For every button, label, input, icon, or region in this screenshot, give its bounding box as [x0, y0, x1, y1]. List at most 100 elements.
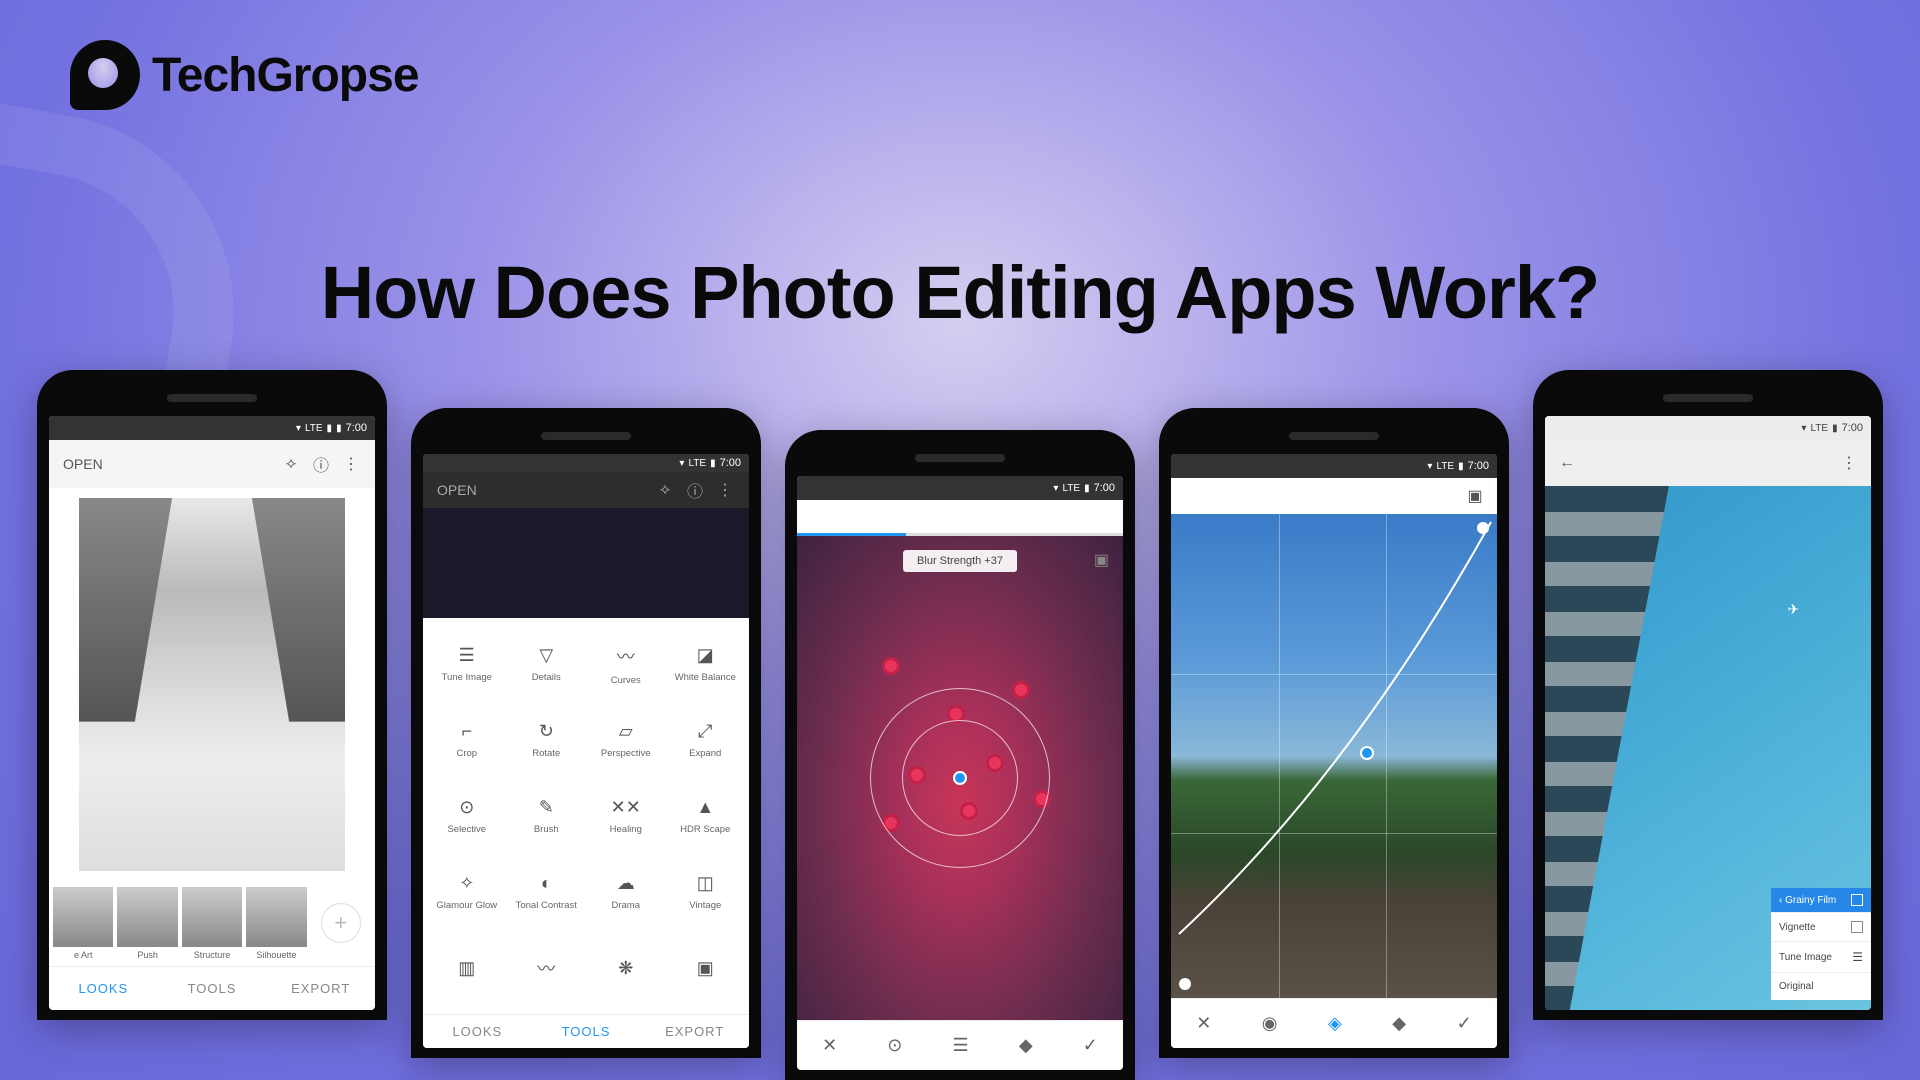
- tool-curves[interactable]: 〰Curves: [586, 626, 666, 702]
- wifi-icon: ▾: [1053, 483, 1058, 494]
- eye-icon[interactable]: ◈: [1328, 1013, 1342, 1034]
- compare-icon[interactable]: ▣: [1465, 486, 1485, 506]
- photo-preview[interactable]: [49, 488, 375, 881]
- tool-hdr-scape[interactable]: ▲HDR Scape: [666, 778, 746, 854]
- info-icon[interactable]: ⓘ: [685, 480, 705, 500]
- tool-label: Expand: [689, 748, 721, 759]
- app-bar: OPEN ⟡ ⓘ ⋮: [423, 472, 749, 508]
- filter-thumb[interactable]: Push: [117, 887, 177, 960]
- filter-label: Push: [117, 950, 177, 960]
- layers-icon[interactable]: ⟡: [281, 454, 301, 474]
- filter-item-label: Original: [1779, 981, 1813, 992]
- back-icon[interactable]: ←: [1557, 453, 1577, 473]
- tool-label: Crop: [456, 748, 477, 759]
- tool-extra[interactable]: ▣: [666, 930, 746, 1006]
- signal-label: LTE: [305, 423, 323, 434]
- tool-drama[interactable]: ☁ Drama: [586, 854, 666, 930]
- status-time: 7:00: [1842, 422, 1863, 434]
- filter-stack-header[interactable]: ‹ Grainy Film: [1771, 888, 1871, 912]
- filter-item[interactable]: Original: [1771, 972, 1871, 1000]
- more-icon[interactable]: ⋮: [1839, 453, 1859, 473]
- tool-tune-image[interactable]: ☰Tune Image: [427, 626, 507, 702]
- phone-curves: ▾ LTE ▮ 7:00 ▣ ✕ ◉ ◈: [1159, 408, 1509, 1058]
- open-button[interactable]: OPEN: [63, 456, 103, 472]
- phone-speaker: [541, 432, 631, 440]
- tab-export[interactable]: EXPORT: [266, 967, 375, 1010]
- brand-logo: TechGropse: [70, 40, 419, 110]
- tool-crop[interactable]: ⌐Crop: [427, 702, 507, 778]
- brand-logo-mark: [70, 40, 140, 110]
- photo-flowers[interactable]: ▣ Blur Strength +37: [797, 536, 1123, 1020]
- photo-sky-building[interactable]: ✈ ‹ Grainy Film Vignette Tune Image☰ Ori…: [1545, 486, 1871, 1010]
- tab-tools[interactable]: TOOLS: [532, 1015, 641, 1048]
- bottom-tabs: LOOKS TOOLS EXPORT: [49, 966, 375, 1010]
- tool-glamour-glow[interactable]: ✧Glamour Glow: [427, 854, 507, 930]
- focus-rings[interactable]: [870, 688, 1050, 868]
- variant-icon[interactable]: ◆: [1019, 1035, 1033, 1056]
- filter-thumb[interactable]: Structure: [182, 887, 242, 960]
- tool-expand[interactable]: ⤢Expand: [666, 702, 746, 778]
- tab-export[interactable]: EXPORT: [640, 1015, 749, 1048]
- tool-tonal-contrast[interactable]: ◐Tonal Contrast: [507, 854, 587, 930]
- tool-rotate[interactable]: ↻Rotate: [507, 702, 587, 778]
- tool-label: Tune Image: [442, 672, 492, 683]
- open-button[interactable]: OPEN: [437, 482, 477, 498]
- tool-healing[interactable]: ✕✕Healing: [586, 778, 666, 854]
- tool-extra[interactable]: ❋: [586, 930, 666, 1006]
- tab-tools[interactable]: TOOLS: [158, 967, 267, 1010]
- channel-icon[interactable]: ◉: [1262, 1013, 1278, 1034]
- filter-item-label: Tune Image: [1779, 952, 1832, 963]
- tool-selective[interactable]: ⊙Selective: [427, 778, 507, 854]
- segment[interactable]: [1014, 500, 1123, 536]
- filter-item[interactable]: Tune Image☰: [1771, 941, 1871, 972]
- curve-handle-shadow[interactable]: [1179, 978, 1191, 990]
- action-row: ✕ ⊙ ☰ ◆ ✓: [797, 1020, 1123, 1070]
- tool-extra[interactable]: 〰: [507, 930, 587, 1006]
- focus-center-dot[interactable]: [953, 771, 967, 785]
- screen: ▾ LTE ▮ 7:00 ▣ Blur Strength +37: [797, 476, 1123, 1070]
- tool-label: Brush: [534, 824, 559, 835]
- tool-details[interactable]: ▽Details: [507, 626, 587, 702]
- more-icon[interactable]: ⋮: [715, 480, 735, 500]
- tool-vintage[interactable]: ◫Vintage: [666, 854, 746, 930]
- tool-icon: ✧: [459, 873, 474, 894]
- filter-item[interactable]: Vignette: [1771, 912, 1871, 941]
- status-time: 7:00: [1094, 482, 1115, 494]
- tool-icon: ◫: [697, 873, 714, 894]
- compare-icon[interactable]: ▣: [1094, 550, 1109, 570]
- filter-thumb[interactable]: e Art: [53, 887, 113, 960]
- status-time: 7:00: [346, 422, 367, 434]
- segment-active[interactable]: [797, 500, 906, 536]
- filter-add[interactable]: +: [311, 887, 371, 960]
- info-icon[interactable]: ⓘ: [311, 454, 331, 474]
- tab-looks[interactable]: LOOKS: [49, 967, 158, 1010]
- mode-icon[interactable]: ⊙: [887, 1035, 902, 1056]
- tab-looks[interactable]: LOOKS: [423, 1015, 532, 1048]
- segment[interactable]: [906, 500, 1015, 536]
- tool-label: Drama: [611, 900, 640, 911]
- adjust-icon[interactable]: ☰: [953, 1035, 969, 1056]
- confirm-icon[interactable]: ✓: [1083, 1035, 1098, 1056]
- tool-icon: ☁: [617, 873, 635, 894]
- phone-speaker: [1289, 432, 1379, 440]
- filter-thumb[interactable]: Silhouette: [246, 887, 306, 960]
- tool-white-balance[interactable]: ◪White Balance: [666, 626, 746, 702]
- cancel-icon[interactable]: ✕: [822, 1035, 837, 1056]
- curve-handle-highlight[interactable]: [1477, 522, 1489, 534]
- filter-mask-icon[interactable]: [1851, 894, 1863, 906]
- confirm-icon[interactable]: ✓: [1457, 1013, 1472, 1034]
- mode-segments: [797, 500, 1123, 536]
- photo-landscape[interactable]: [1171, 514, 1497, 998]
- phone-tools: ▾ LTE ▮ 7:00 OPEN ⟡ ⓘ ⋮ ☰Tune Image▽Deta…: [411, 408, 761, 1058]
- cancel-icon[interactable]: ✕: [1196, 1013, 1211, 1034]
- tool-extra[interactable]: ▥: [427, 930, 507, 1006]
- phone-speaker: [915, 454, 1005, 462]
- layers-icon[interactable]: ⟡: [655, 480, 675, 500]
- tool-perspective[interactable]: ▱Perspective: [586, 702, 666, 778]
- more-icon[interactable]: ⋮: [341, 454, 361, 474]
- tools-grid: ☰Tune Image▽Details〰Curves◪White Balance…: [423, 618, 749, 1014]
- variant-icon[interactable]: ◆: [1392, 1013, 1406, 1034]
- tool-brush[interactable]: ✎Brush: [507, 778, 587, 854]
- tool-icon: ▥: [458, 958, 475, 979]
- status-bar: ▾ LTE ▮ 7:00: [423, 454, 749, 472]
